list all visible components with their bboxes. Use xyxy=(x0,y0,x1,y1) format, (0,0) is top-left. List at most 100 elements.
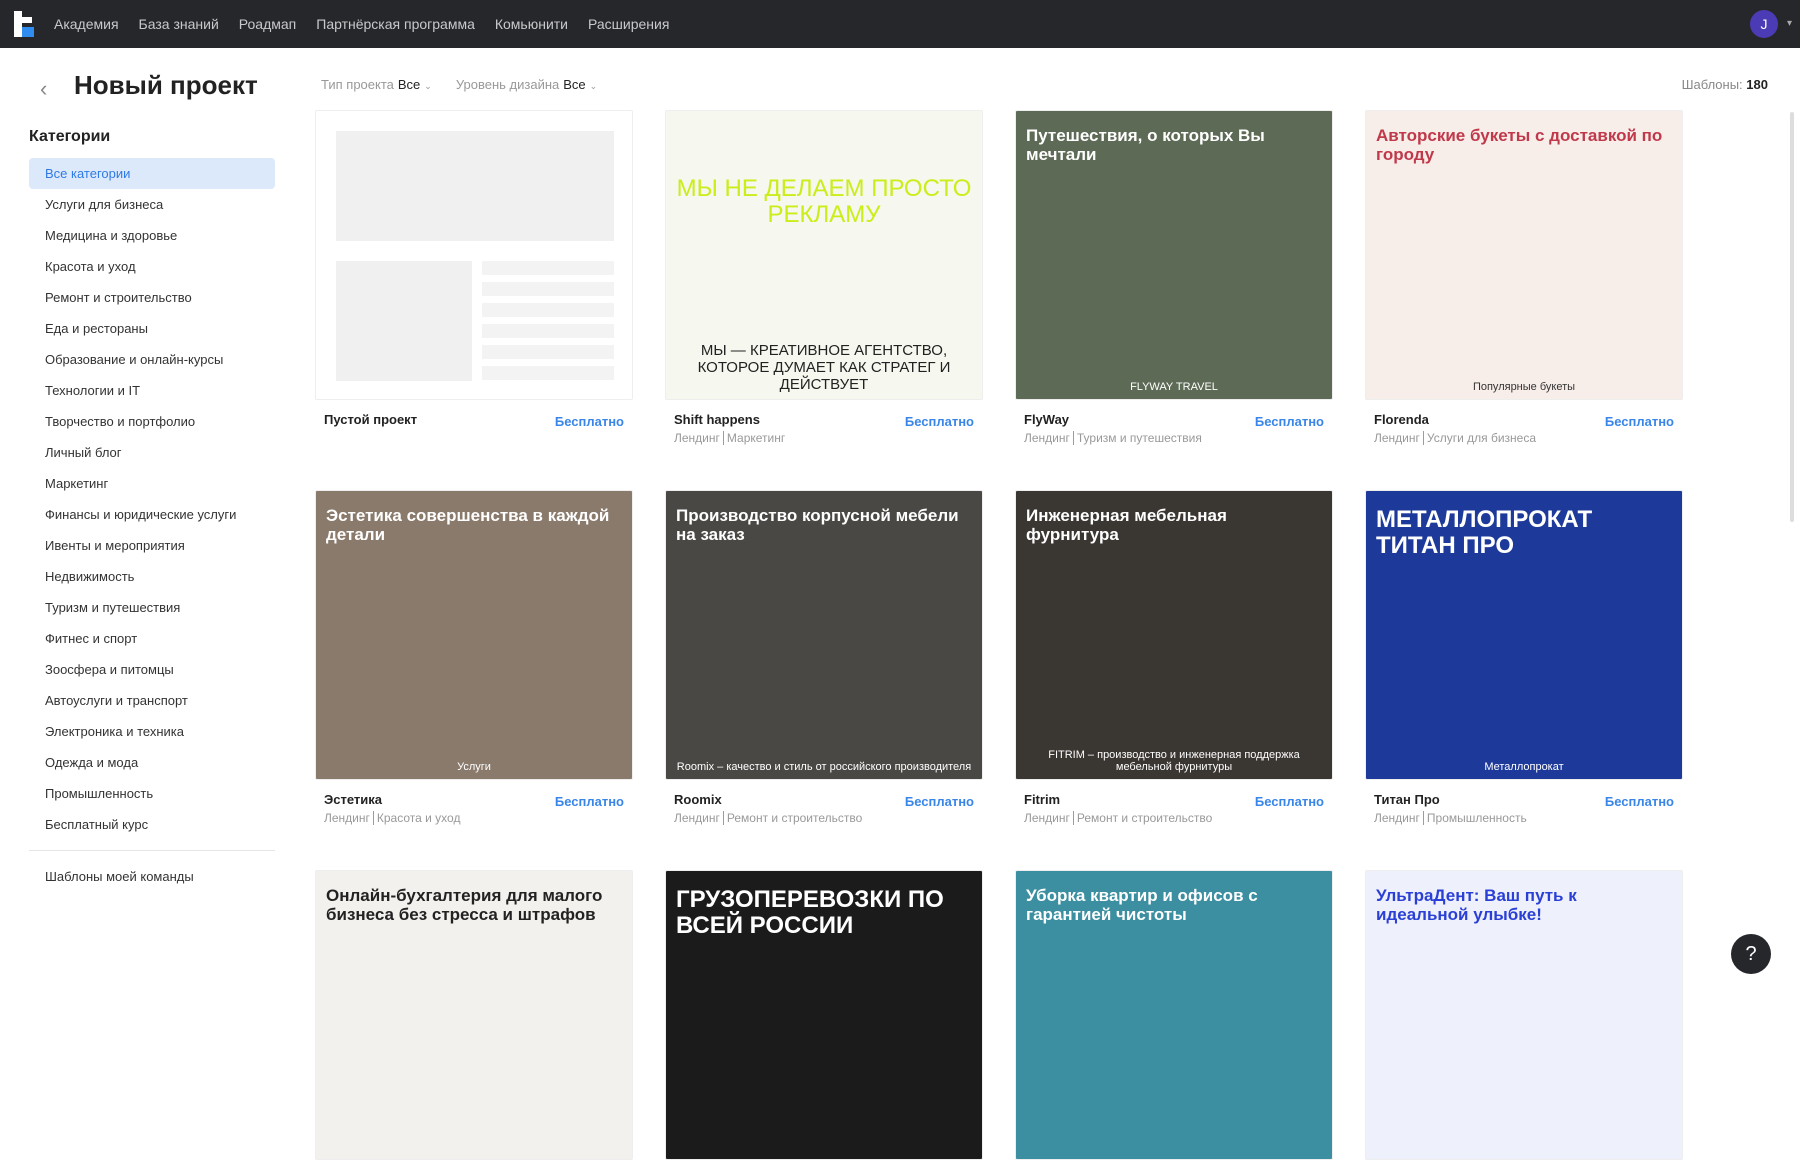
sidebar-item[interactable]: Фитнес и спорт xyxy=(29,623,275,654)
scrollbar[interactable] xyxy=(1790,112,1794,522)
project-type-filter[interactable]: Тип проекта Все ⌄ xyxy=(321,77,432,92)
template-price[interactable]: Бесплатно xyxy=(905,414,974,429)
page-title: Новый проект xyxy=(74,70,258,100)
sidebar-item[interactable]: Еда и рестораны xyxy=(29,313,275,344)
template-card[interactable]: Путешествия, о которых Вы мечтали FLYWAY … xyxy=(1015,110,1333,445)
nav-extensions[interactable]: Расширения xyxy=(588,16,669,32)
template-preview[interactable]: Авторские букеты с доставкой по городу По… xyxy=(1365,110,1683,400)
template-tags: Лендинг Услуги для бизнеса xyxy=(1374,431,1537,445)
template-card[interactable]: ГРУЗОПЕРЕВОЗКИ ПО ВСЕЙ РОССИИ xyxy=(665,870,983,1160)
templates-count: Шаблоны: 180 xyxy=(1682,77,1768,92)
template-card[interactable]: МЫ НЕ ДЕЛАЕМ ПРОСТО РЕКЛАМУ МЫ — КРЕАТИВН… xyxy=(665,110,983,445)
nav-knowledge-base[interactable]: База знаний xyxy=(139,16,219,32)
thumb-subtitle: Услуги xyxy=(457,761,491,773)
sidebar-item[interactable]: Услуги для бизнеса xyxy=(29,189,275,220)
sidebar-item[interactable]: Автоуслуги и транспорт xyxy=(29,685,275,716)
template-price[interactable]: Бесплатно xyxy=(1255,414,1324,429)
template-card[interactable]: Авторские букеты с доставкой по городу По… xyxy=(1365,110,1683,445)
template-card[interactable]: Пустой проект Бесплатно xyxy=(315,110,633,429)
template-card[interactable]: Производство корпусной мебели на заказ Ro… xyxy=(665,490,983,825)
nav-academy[interactable]: Академия xyxy=(54,16,119,32)
thumb-headline: МЕТАЛЛОПРОКАТ ТИТАН ПРО xyxy=(1376,506,1593,560)
thumb-headline: Эстетика совершенства в каждой детали xyxy=(326,506,610,544)
template-card[interactable]: МЕТАЛЛОПРОКАТ ТИТАН ПРО Металлопрокат Тита… xyxy=(1365,490,1683,825)
design-level-filter[interactable]: Уровень дизайна Все ⌄ xyxy=(456,77,597,92)
sidebar-item[interactable]: Медицина и здоровье xyxy=(29,220,275,251)
template-type: Лендинг xyxy=(1024,431,1070,445)
template-card[interactable]: УльтраДент: Ваш путь к идеальной улыбке! xyxy=(1365,870,1683,1160)
template-preview[interactable]: УльтраДент: Ваш путь к идеальной улыбке! xyxy=(1365,870,1683,1160)
thumb-headline: Уборка квартир и офисов с гарантией чист… xyxy=(1026,886,1258,924)
template-preview[interactable]: ГРУЗОПЕРЕВОЗКИ ПО ВСЕЙ РОССИИ xyxy=(665,870,983,1160)
nav-partner[interactable]: Партнёрская программа xyxy=(316,16,475,32)
thumb-headline: УльтраДент: Ваш путь к идеальной улыбке! xyxy=(1376,886,1577,924)
template-tags: Лендинг Туризм и путешествия xyxy=(1024,431,1202,445)
sidebar-item[interactable]: Туризм и путешествия xyxy=(29,592,275,623)
sidebar-item[interactable]: Творчество и портфолио xyxy=(29,406,275,437)
nav-roadmap[interactable]: Роадмап xyxy=(239,16,296,32)
sidebar-item[interactable]: Бесплатный курс xyxy=(29,809,275,840)
template-preview[interactable]: Онлайн-бухгалтерия для малого бизнеса бе… xyxy=(315,870,633,1160)
sidebar-item[interactable]: Ремонт и строительство xyxy=(29,282,275,313)
sidebar-item[interactable]: Промышленность xyxy=(29,778,275,809)
template-tags: Лендинг Маркетинг xyxy=(674,431,786,445)
template-price[interactable]: Бесплатно xyxy=(1255,794,1324,809)
chevron-down-icon: ⌄ xyxy=(589,81,598,91)
template-price[interactable]: Бесплатно xyxy=(1605,414,1674,429)
template-tags: Лендинг Красота и уход xyxy=(324,811,461,825)
template-price[interactable]: Бесплатно xyxy=(1605,794,1674,809)
sidebar-item[interactable]: Зоосфера и питомцы xyxy=(29,654,275,685)
template-category: Туризм и путешествия xyxy=(1072,431,1202,445)
template-category: Услуги для бизнеса xyxy=(1422,431,1537,445)
count-value: 180 xyxy=(1746,77,1768,92)
template-preview[interactable]: МЫ НЕ ДЕЛАЕМ ПРОСТО РЕКЛАМУ МЫ — КРЕАТИВН… xyxy=(665,110,983,400)
template-card[interactable]: Уборка квартир и офисов с гарантией чист… xyxy=(1015,870,1333,1160)
count-label: Шаблоны: xyxy=(1681,77,1743,92)
sidebar-item[interactable]: Одежда и мода xyxy=(29,747,275,778)
template-type: Лендинг xyxy=(674,811,720,825)
template-name: Титан Про xyxy=(1374,792,1440,807)
sidebar-item[interactable]: Электроника и техника xyxy=(29,716,275,747)
template-name: Fitrim xyxy=(1024,792,1061,807)
thumb-subtitle: FLYWAY TRAVEL xyxy=(1130,381,1218,393)
nav-community[interactable]: Комьюнити xyxy=(495,16,568,32)
template-price[interactable]: Бесплатно xyxy=(555,794,624,809)
chevron-down-icon[interactable]: ▾ xyxy=(1787,18,1792,29)
sidebar-item[interactable]: Маркетинг xyxy=(29,468,275,499)
template-preview[interactable]: Эстетика совершенства в каждой детали Усл… xyxy=(315,490,633,780)
sidebar-item[interactable]: Финансы и юридические услуги xyxy=(29,499,275,530)
template-card[interactable]: Онлайн-бухгалтерия для малого бизнеса бе… xyxy=(315,870,633,1160)
avatar[interactable]: J xyxy=(1750,10,1778,38)
template-price[interactable]: Бесплатно xyxy=(555,414,624,429)
sidebar-item[interactable]: Все категории xyxy=(29,158,275,189)
sidebar-item[interactable]: Образование и онлайн-курсы xyxy=(29,344,275,375)
logo[interactable] xyxy=(12,11,34,37)
sidebar-item-team-templates[interactable]: Шаблоны моей команды xyxy=(29,861,275,892)
template-preview[interactable]: Инженерная мебельная фурнитура FITRIM – п… xyxy=(1015,490,1333,780)
template-preview[interactable]: Производство корпусной мебели на заказ Ro… xyxy=(665,490,983,780)
sidebar-item[interactable]: Личный блог xyxy=(29,437,275,468)
sidebar-item[interactable]: Ивенты и мероприятия xyxy=(29,530,275,561)
sidebar-item[interactable]: Недвижимость xyxy=(29,561,275,592)
back-icon[interactable]: ‹ xyxy=(40,76,47,102)
template-preview[interactable]: МЕТАЛЛОПРОКАТ ТИТАН ПРО Металлопрокат xyxy=(1365,490,1683,780)
sidebar: Категории Все категории Услуги для бизнес… xyxy=(29,128,275,892)
template-preview[interactable]: Путешествия, о которых Вы мечтали FLYWAY … xyxy=(1015,110,1333,400)
sidebar-item[interactable]: Технологии и IT xyxy=(29,375,275,406)
template-preview[interactable] xyxy=(315,110,633,400)
template-category: Маркетинг xyxy=(722,431,786,445)
filter-value: Все xyxy=(563,77,586,92)
template-category: Красота и уход xyxy=(372,811,461,825)
template-card[interactable]: Эстетика совершенства в каждой детали Усл… xyxy=(315,490,633,825)
template-name: FlyWay xyxy=(1024,412,1070,427)
help-button[interactable]: ? xyxy=(1731,934,1771,974)
template-name: Roomix xyxy=(674,792,722,807)
template-preview[interactable]: Уборка квартир и офисов с гарантией чист… xyxy=(1015,870,1333,1160)
template-card[interactable]: Инженерная мебельная фурнитура FITRIM – п… xyxy=(1015,490,1333,825)
template-price[interactable]: Бесплатно xyxy=(905,794,974,809)
template-type: Лендинг xyxy=(1024,811,1070,825)
sidebar-item[interactable]: Красота и уход xyxy=(29,251,275,282)
top-nav: Академия База знаний Роадмап Партнёрская… xyxy=(0,0,1800,48)
thumb-subtitle: Популярные букеты xyxy=(1472,381,1576,393)
thumb-subtitle: FITRIM – производство и инженерная подде… xyxy=(1048,749,1300,773)
